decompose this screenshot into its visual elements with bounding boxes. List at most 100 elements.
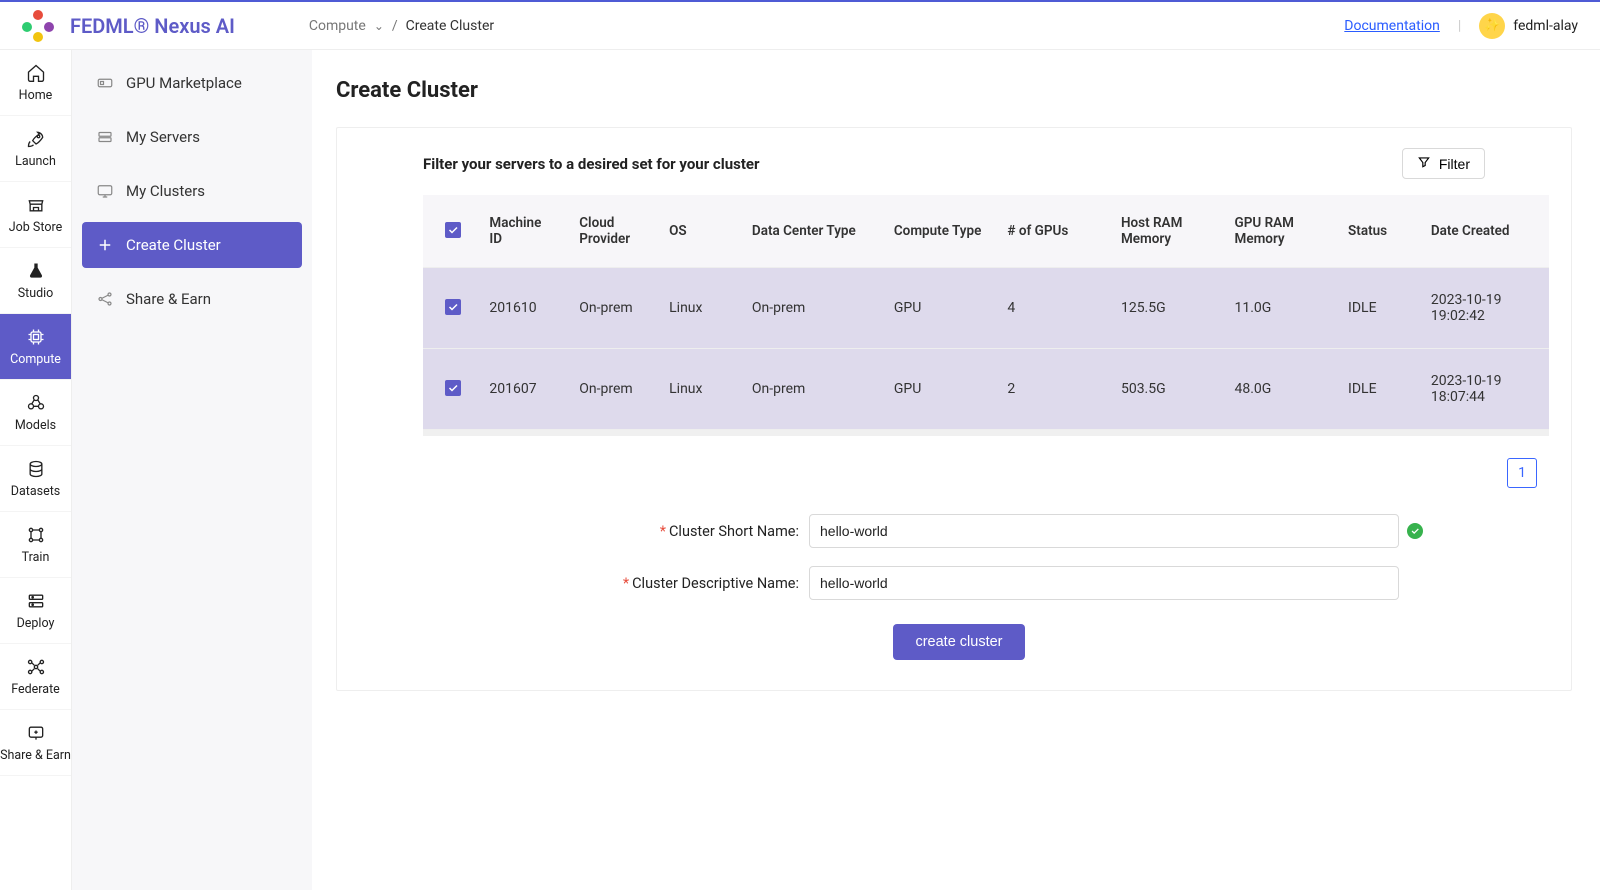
- monitor-icon: [96, 182, 114, 200]
- content-area: Create Cluster Filter your servers to a …: [312, 50, 1600, 890]
- user-menu[interactable]: ✨ fedml-alay: [1479, 13, 1578, 39]
- documentation-link[interactable]: Documentation: [1344, 18, 1440, 34]
- nav-launch[interactable]: Launch: [0, 116, 71, 182]
- input-short-name[interactable]: [809, 514, 1399, 548]
- boxes-icon: [25, 392, 47, 414]
- header-gpu-ram: GPU RAM Memory: [1223, 195, 1337, 268]
- cell-compute-type: GPU: [882, 268, 996, 349]
- cell-status: IDLE: [1336, 349, 1419, 430]
- nav-datasets[interactable]: Datasets: [0, 446, 71, 512]
- nav-deploy[interactable]: Deploy: [0, 578, 71, 644]
- nav-share-earn[interactable]: Share & Earn: [0, 710, 71, 776]
- table-row[interactable]: 201607 On-prem Linux On-prem GPU 2 503.5…: [423, 349, 1549, 430]
- network-icon: [25, 656, 47, 678]
- header-select-all[interactable]: [423, 195, 477, 268]
- nav-compute[interactable]: Compute: [0, 314, 71, 380]
- subnav-create-cluster[interactable]: Create Cluster: [82, 222, 302, 268]
- cell-dc-type: On-prem: [740, 268, 882, 349]
- servers-table: Machine ID Cloud Provider OS Data Center…: [423, 195, 1549, 430]
- brand-name: FEDML® Nexus AI: [70, 14, 235, 38]
- create-cluster-button[interactable]: create cluster: [893, 624, 1024, 660]
- header-gpus: # of GPUs: [995, 195, 1109, 268]
- pager: 1: [359, 458, 1537, 488]
- flask-icon: [25, 260, 47, 282]
- nav-federate[interactable]: Federate: [0, 644, 71, 710]
- servers-icon: [25, 590, 47, 612]
- store-icon: [25, 194, 47, 216]
- home-icon: [25, 62, 47, 84]
- cell-os: Linux: [657, 349, 740, 430]
- filter-title: Filter your servers to a desired set for…: [423, 155, 760, 173]
- graph-icon: [25, 524, 47, 546]
- cell-cloud-provider: On-prem: [567, 349, 657, 430]
- header-os: OS: [657, 195, 740, 268]
- nav-train[interactable]: Train: [0, 512, 71, 578]
- card-icon: [96, 74, 114, 92]
- check-circle-icon: [1407, 523, 1423, 539]
- header-machine-id: Machine ID: [477, 195, 567, 268]
- database-icon: [25, 458, 47, 480]
- nav-studio[interactable]: Studio: [0, 248, 71, 314]
- header-host-ram: Host RAM Memory: [1109, 195, 1223, 268]
- breadcrumb-current: Create Cluster: [406, 18, 494, 34]
- header-dc-type: Data Center Type: [740, 195, 882, 268]
- subnav-my-servers[interactable]: My Servers: [82, 114, 302, 160]
- cell-gpu-ram: 48.0G: [1223, 349, 1337, 430]
- nav-job-store[interactable]: Job Store: [0, 182, 71, 248]
- avatar: ✨: [1479, 13, 1505, 39]
- user-name: fedml-alay: [1513, 18, 1578, 34]
- input-desc-name[interactable]: [809, 566, 1399, 600]
- share-small-icon: [96, 290, 114, 308]
- cell-os: Linux: [657, 268, 740, 349]
- cell-gpu-ram: 11.0G: [1223, 268, 1337, 349]
- label-desc-name: *Cluster Descriptive Name:: [519, 575, 799, 592]
- checkbox-checked-icon[interactable]: [445, 380, 461, 396]
- label-short-name: *Cluster Short Name:: [519, 523, 799, 540]
- header-date-created: Date Created: [1419, 195, 1549, 268]
- plus-icon: [96, 236, 114, 254]
- breadcrumb-root[interactable]: Compute: [309, 18, 366, 34]
- secondary-nav: GPU Marketplace My Servers My Clusters C…: [72, 50, 312, 890]
- filter-button[interactable]: Filter: [1402, 148, 1485, 179]
- chip-icon: [25, 326, 47, 348]
- subnav-my-clusters[interactable]: My Clusters: [82, 168, 302, 214]
- chevron-down-icon[interactable]: ⌄: [374, 19, 384, 33]
- cell-machine-id: 201610: [477, 268, 567, 349]
- divider-icon: |: [1458, 18, 1461, 34]
- header-status: Status: [1336, 195, 1419, 268]
- page-1[interactable]: 1: [1507, 458, 1537, 488]
- cluster-card: Filter your servers to a desired set for…: [336, 127, 1572, 691]
- cell-host-ram: 503.5G: [1109, 349, 1223, 430]
- servers-table-wrap[interactable]: Machine ID Cloud Provider OS Data Center…: [423, 195, 1549, 436]
- header-bar: FEDML® Nexus AI Compute ⌄ / Create Clust…: [0, 2, 1600, 50]
- breadcrumb-sep: /: [392, 18, 398, 34]
- filter-icon: [1417, 155, 1431, 172]
- cell-gpus: 4: [995, 268, 1109, 349]
- share-icon: [25, 722, 47, 744]
- cell-status: IDLE: [1336, 268, 1419, 349]
- cell-dc-type: On-prem: [740, 349, 882, 430]
- primary-nav: Home Launch Job Store Studio Compute Mod…: [0, 50, 72, 890]
- nav-home[interactable]: Home: [0, 50, 71, 116]
- cell-date: 2023-10-19 19:02:42: [1419, 268, 1549, 349]
- cell-machine-id: 201607: [477, 349, 567, 430]
- subnav-gpu-marketplace[interactable]: GPU Marketplace: [82, 60, 302, 106]
- logo-icon: [22, 10, 54, 42]
- table-row[interactable]: 201610 On-prem Linux On-prem GPU 4 125.5…: [423, 268, 1549, 349]
- cell-host-ram: 125.5G: [1109, 268, 1223, 349]
- rocket-icon: [25, 128, 47, 150]
- subnav-share-earn[interactable]: Share & Earn: [82, 276, 302, 322]
- nav-models[interactable]: Models: [0, 380, 71, 446]
- header-cloud-provider: Cloud Provider: [567, 195, 657, 268]
- checkbox-checked-icon: [445, 222, 461, 238]
- header-compute-type: Compute Type: [882, 195, 996, 268]
- page-title: Create Cluster: [336, 78, 1572, 103]
- cell-compute-type: GPU: [882, 349, 996, 430]
- checkbox-checked-icon[interactable]: [445, 299, 461, 315]
- server-icon: [96, 128, 114, 146]
- breadcrumb: Compute ⌄ / Create Cluster: [309, 18, 494, 34]
- cell-cloud-provider: On-prem: [567, 268, 657, 349]
- cell-date: 2023-10-19 18:07:44: [1419, 349, 1549, 430]
- brand-logo[interactable]: FEDML® Nexus AI: [22, 10, 235, 42]
- cell-gpus: 2: [995, 349, 1109, 430]
